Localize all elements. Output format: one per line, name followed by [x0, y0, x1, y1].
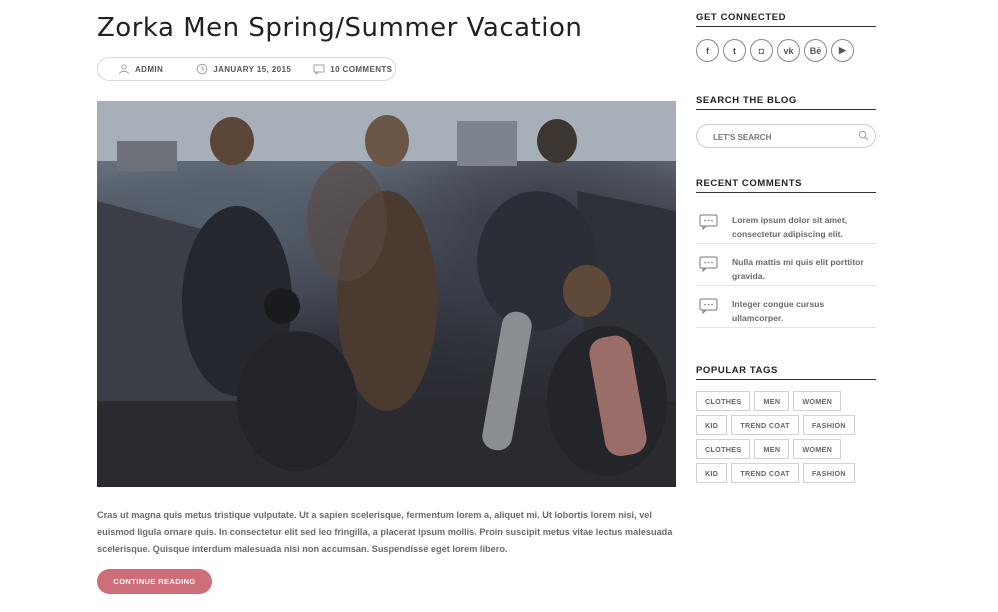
- tag-clothes[interactable]: CLOTHES: [696, 439, 751, 459]
- recent-comments-list: Lorem ipsum dolor sit amet, consectetur …: [696, 202, 876, 328]
- social-links: f t ◘ vk Bē ▶: [696, 39, 876, 62]
- tag-fashion[interactable]: FASHION: [802, 463, 855, 483]
- vk-icon[interactable]: vk: [777, 39, 800, 62]
- recent-comment-item[interactable]: Integer congue cursus ullamcorper.: [696, 286, 876, 328]
- widget-title-connected: GET CONNECTED: [696, 12, 876, 27]
- widget-recent-comments: RECENT COMMENTS Lorem ipsum dolor sit am…: [696, 178, 876, 328]
- meta-date-label: JANUARY 15, 2015: [213, 64, 292, 74]
- user-icon: [119, 64, 129, 75]
- search-icon[interactable]: [858, 130, 869, 141]
- continue-reading-button[interactable]: CONTINUE READING: [97, 569, 212, 594]
- tag-women[interactable]: WOMEN: [793, 391, 842, 411]
- widget-title-tags: POPULAR TAGS: [696, 365, 876, 380]
- post-meta: ADMIN JANUARY 15, 2015 10 COMMENTS: [97, 57, 396, 81]
- recent-comment-text: Lorem ipsum dolor sit amet, consectetur …: [732, 215, 848, 239]
- clock-icon: [196, 63, 208, 75]
- tag-men[interactable]: MEN: [754, 439, 790, 459]
- recent-comment-text: Nulla mattis mi quis elit porttitor grav…: [732, 257, 864, 281]
- meta-author[interactable]: ADMIN: [118, 63, 163, 75]
- tag-trend-coat[interactable]: TREND COAT: [731, 463, 799, 483]
- photo-icon: [97, 101, 676, 487]
- tag-men[interactable]: MEN: [754, 391, 790, 411]
- tag-kid[interactable]: KID: [696, 415, 728, 435]
- tag-trend-coat[interactable]: TREND COAT: [731, 415, 799, 435]
- widget-popular-tags: POPULAR TAGS CLOTHES MEN WOMEN KID TREND…: [696, 365, 876, 483]
- meta-comments-label: 10 COMMENTS: [330, 64, 393, 74]
- post-featured-image[interactable]: [97, 101, 676, 487]
- widget-get-connected: GET CONNECTED f t ◘ vk Bē ▶: [696, 12, 876, 62]
- youtube-icon[interactable]: ▶: [831, 39, 854, 62]
- tag-kid[interactable]: KID: [696, 463, 728, 483]
- instagram-icon[interactable]: ◘: [750, 39, 773, 62]
- facebook-icon[interactable]: f: [696, 39, 719, 62]
- comment-icon: [313, 64, 325, 75]
- widget-title-search: SEARCH THE BLOG: [696, 95, 876, 110]
- recent-comment-text: Integer congue cursus ullamcorper.: [732, 299, 825, 323]
- comment-bubble-icon: [699, 298, 718, 314]
- twitter-icon[interactable]: t: [723, 39, 746, 62]
- widget-title-recent: RECENT COMMENTS: [696, 178, 876, 193]
- meta-date: JANUARY 15, 2015: [196, 63, 291, 75]
- search-box: [696, 124, 876, 149]
- comment-bubble-icon: [699, 214, 718, 230]
- comment-bubble-icon: [699, 256, 718, 272]
- tag-clothes[interactable]: CLOTHES: [696, 391, 751, 411]
- tag-cloud: CLOTHES MEN WOMEN KID TREND COAT FASHION…: [696, 391, 876, 483]
- tag-fashion[interactable]: FASHION: [802, 415, 855, 435]
- post-main: Zorka Men Spring/Summer Vacation ADMIN J…: [97, 0, 676, 594]
- meta-author-label: ADMIN: [135, 64, 164, 74]
- recent-comment-item[interactable]: Lorem ipsum dolor sit amet, consectetur …: [696, 202, 876, 244]
- post-title[interactable]: Zorka Men Spring/Summer Vacation: [97, 0, 676, 44]
- widget-search: SEARCH THE BLOG: [696, 95, 876, 149]
- recent-comment-item[interactable]: Nulla mattis mi quis elit porttitor grav…: [696, 244, 876, 286]
- meta-comments[interactable]: 10 COMMENTS: [313, 63, 392, 75]
- search-input[interactable]: [711, 125, 855, 149]
- post-excerpt: Cras ut magna quis metus tristique vulpu…: [97, 510, 673, 554]
- behance-icon[interactable]: Bē: [804, 39, 827, 62]
- tag-women[interactable]: WOMEN: [793, 439, 842, 459]
